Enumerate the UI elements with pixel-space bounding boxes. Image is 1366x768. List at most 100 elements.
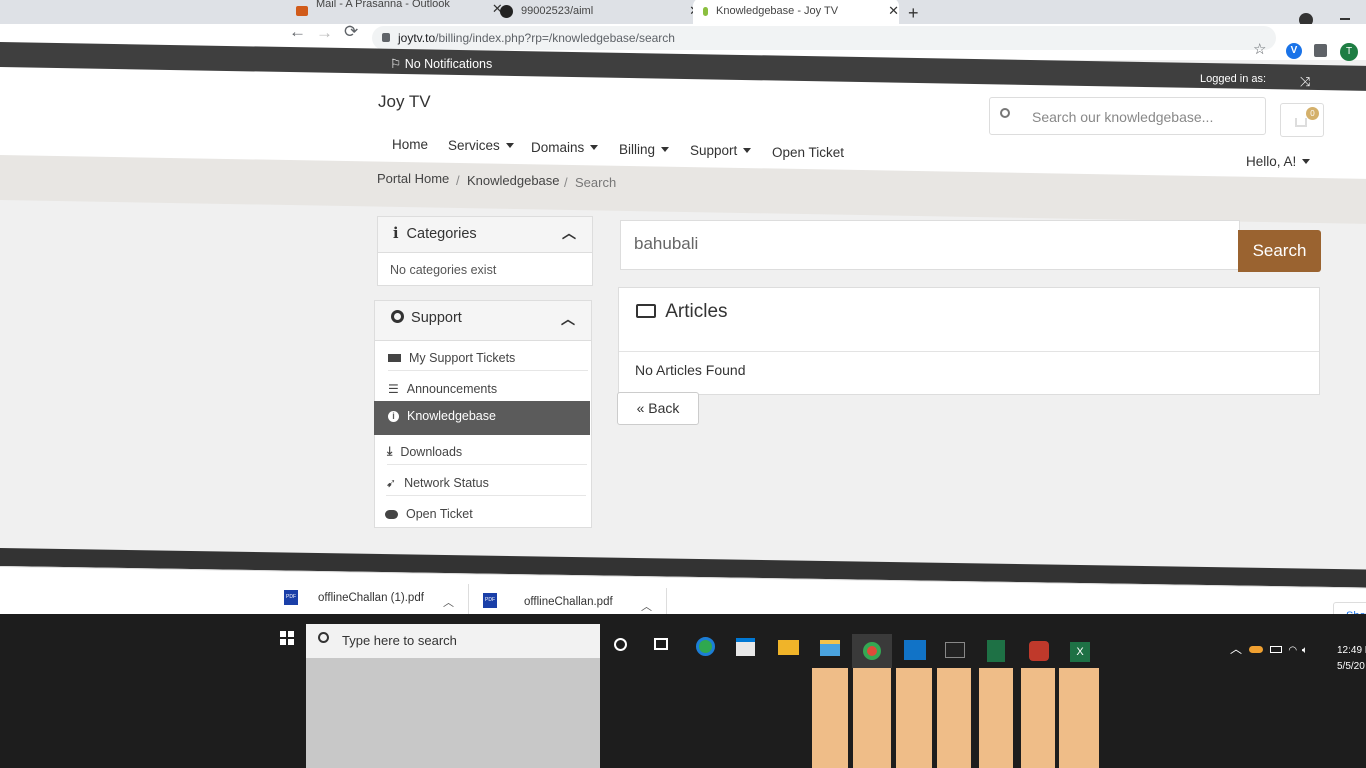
articles-title: Articles: [665, 301, 728, 322]
onedrive-icon[interactable]: [1248, 646, 1263, 653]
account-menu[interactable]: Hello, A!: [1246, 154, 1311, 169]
excel-icon[interactable]: X: [1070, 642, 1090, 662]
chrome-icon: [863, 642, 881, 660]
star-icon[interactable]: ☆: [1253, 42, 1266, 57]
windows-taskbar: [0, 614, 1366, 768]
puzzle-icon[interactable]: [1314, 44, 1327, 57]
folder-open-icon: [636, 304, 656, 318]
taskbar-preview-strip: [812, 668, 848, 768]
nav-domains[interactable]: Domains: [531, 140, 599, 155]
categories-header[interactable]: i Categories ︿: [378, 217, 592, 253]
cortana-icon[interactable]: [614, 638, 627, 651]
search-placeholder: Type here to search: [342, 633, 457, 648]
logged-in-label: Logged in as:: [1200, 73, 1267, 85]
flag-icon: ⚐: [390, 57, 402, 71]
file-explorer-icon[interactable]: [820, 640, 840, 656]
volume-icon[interactable]: 🔈︎: [1302, 645, 1308, 656]
new-tab-button[interactable]: +: [908, 3, 919, 24]
address-bar[interactable]: joytv.to/billing/index.php?rp=/knowledge…: [372, 26, 1276, 50]
no-articles-text: No Articles Found: [635, 362, 746, 378]
sidebar-item-knowledgebase[interactable]: i Knowledgebase: [374, 401, 590, 435]
article-search-input[interactable]: bahubali: [620, 220, 1240, 270]
lock-icon[interactable]: [382, 33, 390, 42]
breadcrumb-current: Search: [575, 175, 617, 190]
arrow-right-icon[interactable]: →: [316, 24, 333, 41]
tab-label: Mail - A Prasanna - Outlook: [316, 0, 450, 10]
breadcrumb-portal-home[interactable]: Portal Home: [377, 171, 449, 186]
sidebar-item-open-ticket[interactable]: Open Ticket: [385, 501, 585, 527]
sidebar-item-label: Open Ticket: [406, 507, 473, 521]
nav-open-ticket[interactable]: Open Ticket: [772, 145, 844, 160]
teams-icon[interactable]: [1029, 641, 1049, 661]
sidebar-item-label: Downloads: [400, 444, 463, 459]
chevron-up-icon[interactable]: ︿: [562, 223, 576, 243]
search-button[interactable]: Search: [1238, 230, 1321, 272]
search-placeholder: Search our knowledgebase...: [1032, 109, 1214, 125]
download-item[interactable]: offlineChallan (1).pdf: [318, 592, 424, 604]
download-item[interactable]: offlineChallan.pdf: [524, 596, 613, 608]
chart-app-icon[interactable]: [987, 640, 1005, 662]
mail-icon[interactable]: [778, 640, 799, 655]
breadcrumb-knowledgebase[interactable]: Knowledgebase: [467, 173, 560, 188]
chevron-up-icon[interactable]: ︿: [641, 598, 652, 614]
close-icon[interactable]: ✕: [888, 3, 899, 19]
nav-services[interactable]: Services: [448, 138, 514, 153]
terminal-icon[interactable]: [945, 642, 965, 658]
search-icon: [1000, 108, 1010, 118]
outlook-icon[interactable]: [904, 640, 926, 660]
battery-icon[interactable]: [1269, 646, 1282, 653]
info-icon: i: [393, 225, 399, 242]
caret-down-icon: [743, 148, 752, 153]
notifications-link[interactable]: ⚐ No Notifications: [390, 56, 492, 71]
comments-icon: [385, 509, 398, 519]
tab-github[interactable]: 99002523/aiml ✕: [500, 0, 700, 22]
sidebar-item-network-status[interactable]: ➹ Network Status: [386, 470, 586, 496]
back-button[interactable]: « Back: [617, 392, 699, 425]
knowledgebase-search-input[interactable]: Search our knowledgebase...: [989, 97, 1266, 135]
clock-date[interactable]: 5/5/20: [1337, 661, 1365, 672]
nav-billing[interactable]: Billing: [619, 142, 670, 157]
life-ring-icon: [391, 310, 404, 323]
profile-avatar[interactable]: T: [1340, 43, 1358, 61]
caret-down-icon: [1302, 159, 1311, 164]
support-header[interactable]: Support ︿: [375, 301, 591, 341]
sidebar-item-downloads[interactable]: ⤓ Downloads: [387, 439, 587, 465]
store-icon[interactable]: [736, 638, 755, 656]
windows-start-icon[interactable]: [280, 631, 294, 645]
sidebar-item-announcements[interactable]: ☰ Announcements: [388, 376, 588, 402]
chevron-up-icon[interactable]: ︿: [443, 594, 454, 610]
sidebar-item-my-support-tickets[interactable]: My Support Tickets: [388, 345, 588, 371]
tab-outlook[interactable]: Mail - A Prasanna - Outlook ✕: [296, 0, 503, 22]
chevron-up-icon[interactable]: ︿: [561, 309, 575, 329]
caret-down-icon: [590, 145, 599, 150]
brand-logo[interactable]: Joy TV: [378, 92, 431, 112]
extension-v-icon[interactable]: V: [1286, 43, 1302, 59]
shuffle-icon[interactable]: ⤨: [1300, 74, 1310, 90]
sidebar-item-label: My Support Tickets: [409, 350, 516, 365]
sidebar-item-label: Announcements: [406, 382, 498, 396]
nav-home[interactable]: Home: [392, 137, 428, 152]
outlook-icon: [296, 6, 308, 16]
tab-label: Knowledgebase - Joy TV: [716, 5, 839, 17]
categories-panel: i Categories ︿ No categories exist: [377, 216, 593, 286]
pdf-file-icon: PDF: [284, 590, 298, 605]
nav-support[interactable]: Support: [690, 143, 752, 158]
minimize-icon[interactable]: [1340, 18, 1350, 20]
arrow-left-icon[interactable]: ←: [289, 23, 306, 40]
nav-label: Support: [690, 143, 738, 158]
edge-icon[interactable]: [696, 637, 715, 656]
taskbar-search-input[interactable]: Type here to search: [306, 624, 600, 658]
task-view-icon[interactable]: [654, 638, 668, 650]
chevron-up-icon[interactable]: ︿: [1230, 642, 1242, 656]
reload-icon[interactable]: ⟳: [344, 23, 358, 40]
chrome-taskbar-active[interactable]: [852, 634, 892, 668]
pdf-file-icon: PDF: [483, 593, 497, 608]
articles-panel: Articles No Articles Found: [618, 287, 1320, 395]
nav-label: Billing: [619, 142, 656, 157]
tab-knowledgebase[interactable]: Knowledgebase - Joy TV ✕: [693, 0, 899, 24]
clock-time[interactable]: 12:49 P: [1337, 645, 1366, 656]
taskbar-preview-strip: [1021, 668, 1055, 768]
wifi-icon[interactable]: ◠: [1288, 645, 1297, 656]
tab-label: 99002523/aiml: [521, 5, 594, 17]
cart-button[interactable]: [1280, 103, 1324, 137]
